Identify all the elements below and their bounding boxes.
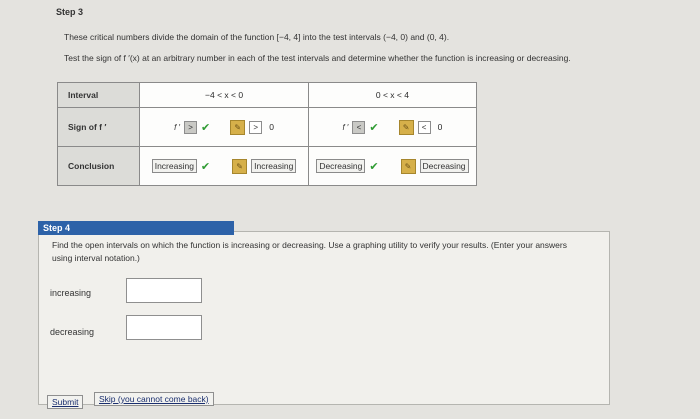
answer-key-icon[interactable]: ✎ <box>398 119 414 135</box>
interval-2-sign-cell: f ′ < ✔ ✎ < 0 <box>307 107 478 147</box>
row-header-sign: Sign of f ′ <box>56 107 141 147</box>
increasing-label: increasing <box>50 288 92 298</box>
interval-2-conclusion-answer: Decreasing <box>419 159 469 173</box>
row-header-conclusion: Conclusion <box>56 146 141 186</box>
sign-chart-table: Interval −4 < x < 0 0 < x < 4 Sign of f … <box>56 82 478 186</box>
row-header-interval: Interval <box>56 82 141 108</box>
correct-check-icon: ✔ <box>201 121 211 134</box>
interval-2-conclusion-cell: Decreasing ✔ ✎ Decreasing <box>307 146 478 186</box>
correct-check-icon: ✔ <box>369 160 379 173</box>
decreasing-label: decreasing <box>50 327 95 337</box>
skip-button[interactable]: Skip (you cannot come back) <box>94 392 214 406</box>
step3-text-intervals: These critical numbers divide the domain… <box>64 32 450 42</box>
fprime-label: f ′ <box>174 122 181 132</box>
interval-1-conclusion-select[interactable]: Increasing <box>151 159 197 173</box>
step3-label: Step 3 <box>56 7 84 17</box>
interval-1-conclusion-cell: Increasing ✔ ✎ Increasing <box>139 146 309 186</box>
interval-1-sign-cell: f ′ > ✔ ✎ > 0 <box>139 107 309 147</box>
interval-1-conclusion-answer: Increasing <box>251 159 297 173</box>
correct-check-icon: ✔ <box>369 121 379 134</box>
interval-2-sign-answer: < <box>417 120 431 134</box>
interval-2-conclusion-select[interactable]: Decreasing <box>316 159 366 173</box>
zero-value: 0 <box>437 122 443 132</box>
interval-1-sign-select[interactable]: > <box>184 120 198 134</box>
step3-text-instructions: Test the sign of f ′(x) at an arbitrary … <box>64 53 571 63</box>
correct-check-icon: ✔ <box>200 160 211 173</box>
interval-1-sign-answer: > <box>249 120 263 134</box>
fprime-label: f ′ <box>342 122 349 132</box>
interval-1-cell: −4 < x < 0 <box>139 82 309 108</box>
increasing-input[interactable] <box>126 278 202 303</box>
submit-button[interactable]: Submit <box>47 395 84 409</box>
interval-2-cell: 0 < x < 4 <box>307 82 478 108</box>
table-row-interval: Interval −4 < x < 0 0 < x < 4 <box>56 82 478 108</box>
decreasing-input[interactable] <box>126 315 202 340</box>
step4-label: Step 4 <box>38 221 234 235</box>
answer-key-icon[interactable]: ✎ <box>400 158 416 174</box>
answer-key-icon[interactable]: ✎ <box>232 158 248 174</box>
answer-key-icon[interactable]: ✎ <box>230 119 246 135</box>
table-row-sign: Sign of f ′ f ′ > ✔ ✎ > 0 f ′ < ✔ ✎ < 0 <box>56 107 478 147</box>
table-row-conclusion: Conclusion Increasing ✔ ✎ Increasing Dec… <box>56 146 478 186</box>
zero-value: 0 <box>269 122 274 132</box>
step4-instructions: Find the open intervals on which the fun… <box>52 240 567 263</box>
interval-2-sign-select[interactable]: < <box>352 120 366 134</box>
